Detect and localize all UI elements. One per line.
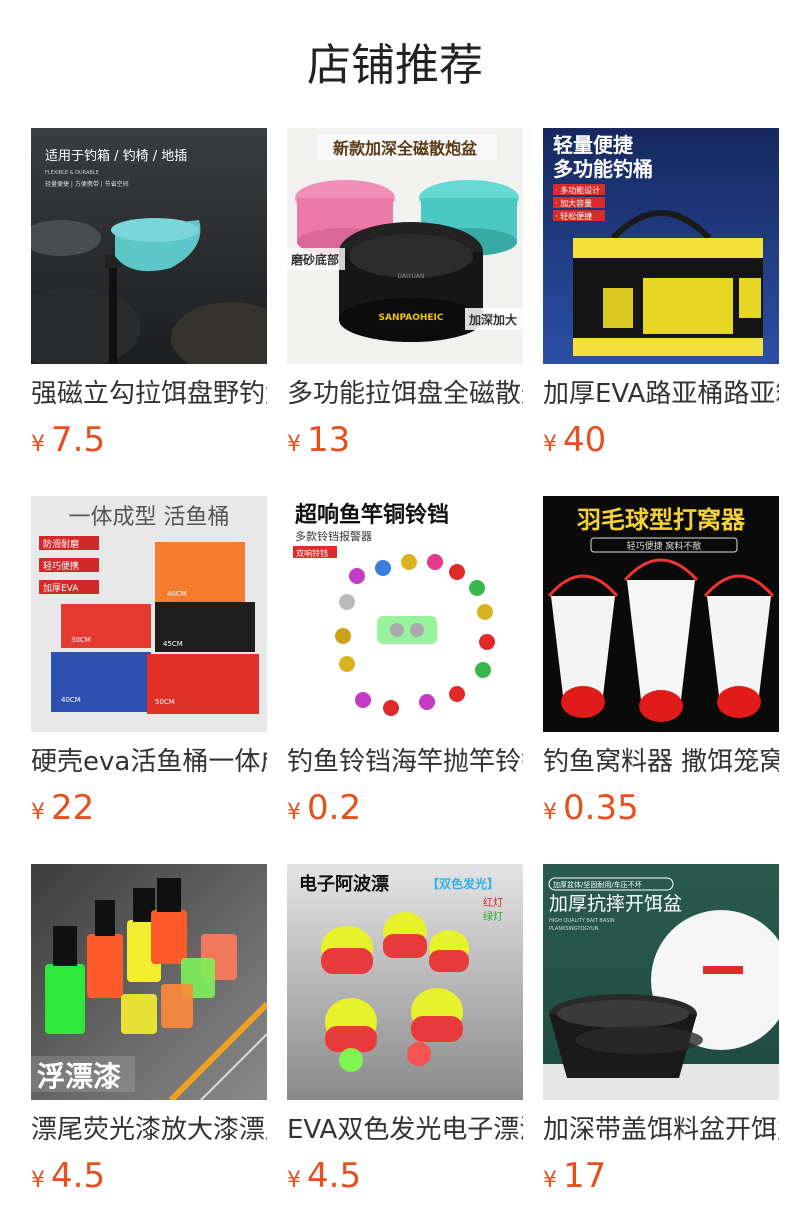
product-card[interactable]: 加厚盆体/坚固耐用/车压不坏 加厚抗摔开饵盆 HIGH QUALITY BAIT… [543, 864, 779, 1232]
product-name[interactable]: 硬壳eva活鱼桶一体成型 [31, 744, 267, 780]
currency-symbol: ¥ [543, 800, 557, 825]
product-name[interactable]: 多功能拉饵盘全磁散炮盆 [287, 376, 523, 412]
product-price: ¥40 [543, 418, 606, 462]
product-price: ¥7.5 [31, 418, 105, 462]
product-price: ¥4.5 [287, 1154, 361, 1198]
overlay-text: 一体成型 活鱼桶 [69, 505, 230, 530]
overlay-text: HIGH QUALITY BAIT BASIN [549, 918, 615, 924]
overlay-text: 绿灯 [483, 910, 503, 923]
overlay-text: 超响鱼竿铜铃铛 [295, 502, 449, 528]
overlay-text: DAIYUAN [397, 273, 424, 280]
fluorescent-paint-image[interactable]: 浮漂漆 [31, 864, 267, 1100]
product-price: ¥0.2 [287, 786, 361, 830]
live-fish-bucket-image[interactable]: 一体成型 活鱼桶 防滑耐磨 轻巧便携 加厚EVA 40CM 30CM 45CM … [31, 496, 267, 732]
currency-symbol: ¥ [287, 800, 301, 825]
overlay-text: 多功能钓桶 [553, 157, 653, 181]
product-card[interactable]: 电子阿波漂 【双色发光】 红灯 绿灯 EVA双色发光电子漂漂 ¥4.5 [287, 864, 523, 1232]
overlay-text: · 多功能设计 [555, 185, 600, 195]
bait-basin-image[interactable]: 加厚盆体/坚固耐用/车压不坏 加厚抗摔开饵盆 HIGH QUALITY BAIT… [543, 864, 779, 1100]
price-value: 4.5 [51, 1156, 106, 1196]
overlay-text: 浮漂漆 [37, 1060, 121, 1093]
overlay-text: 轻量便捷 | 方便携带 | 节省空间 [45, 180, 129, 188]
product-card[interactable]: 新款加深全磁散炮盆 SANPAOHEIC DAIYUAN 磨砂底部 加深加大 多… [287, 128, 523, 496]
product-card[interactable]: 浮漂漆 漂尾荧光漆放大漆漂尾 ¥4.5 [31, 864, 267, 1232]
overlay-text: 轻量便捷 [553, 133, 634, 157]
product-name[interactable]: 漂尾荧光漆放大漆漂尾 [31, 1112, 267, 1148]
price-value: 22 [51, 788, 95, 828]
overlay-text: 红灯 [483, 896, 503, 909]
product-name[interactable]: 钓鱼铃铛海竿抛竿铃铛 [287, 744, 523, 780]
product-card[interactable]: 适用于钓箱 / 钓椅 / 地插 FLEXIBLE & DURABLE 轻量便捷 … [31, 128, 267, 496]
price-value: 4.5 [307, 1156, 362, 1196]
overlay-text: 50CM [155, 698, 175, 706]
product-name[interactable]: 钓鱼窝料器 撒饵笼窝料 [543, 744, 779, 780]
product-name[interactable]: 加深带盖饵料盆开饵盆 [543, 1112, 779, 1148]
bait-cage-image[interactable]: 羽毛球型打窝器 轻巧便捷 窝料不散 [543, 496, 779, 732]
overlay-text: 新款加深全磁散炮盆 [333, 139, 478, 158]
overlay-text: 电子阿波漂 [299, 873, 389, 895]
overlay-text: · 加大容量 [555, 198, 592, 208]
overlay-text: 30CM [71, 636, 91, 644]
product-name[interactable]: 强磁立勾拉饵盘野钓盘 [31, 376, 267, 412]
overlay-text: PLANKSINGTOGYUN [549, 926, 599, 932]
overlay-text: 羽毛球型打窝器 [577, 506, 746, 534]
overlay-text: SANPAOHEIC [379, 313, 444, 323]
overlay-text: 双响铃铛 [296, 548, 328, 558]
currency-symbol: ¥ [31, 1168, 45, 1193]
magnetic-bowls-image[interactable]: 新款加深全磁散炮盆 SANPAOHEIC DAIYUAN 磨砂底部 加深加大 [287, 128, 523, 364]
electronic-float-image[interactable]: 电子阿波漂 【双色发光】 红灯 绿灯 [287, 864, 523, 1100]
overlay-text: 加厚抗摔开饵盆 [549, 893, 682, 915]
overlay-text: 【双色发光】 [427, 876, 499, 891]
price-value: 0.2 [307, 788, 362, 828]
currency-symbol: ¥ [543, 432, 557, 457]
fishing-bucket-image[interactable]: 轻量便捷 多功能钓桶 · 多功能设计 · 加大容量 · 轻松便捷 [543, 128, 779, 364]
overlay-text: 适用于钓箱 / 钓椅 / 地插 [45, 148, 187, 164]
bell-alarm-image[interactable]: 超响鱼竿铜铃铛 多款铃铛报警器 双响铃铛 [287, 496, 523, 732]
currency-symbol: ¥ [287, 1168, 301, 1193]
product-name[interactable]: 加厚EVA路亚桶路亚箱 [543, 376, 779, 412]
bait-tray-image[interactable]: 适用于钓箱 / 钓椅 / 地插 FLEXIBLE & DURABLE 轻量便捷 … [31, 128, 267, 364]
price-value: 13 [307, 420, 351, 460]
overlay-text: 加厚盆体/坚固耐用/车压不坏 [553, 880, 642, 889]
overlay-text: FLEXIBLE & DURABLE [45, 170, 99, 176]
overlay-text: 多款铃铛报警器 [295, 529, 372, 543]
currency-symbol: ¥ [543, 1168, 557, 1193]
product-price: ¥22 [31, 786, 94, 830]
overlay-text: · 轻松便捷 [555, 211, 592, 221]
overlay-text: 磨砂底部 [290, 252, 339, 267]
product-grid: 适用于钓箱 / 钓椅 / 地插 FLEXIBLE & DURABLE 轻量便捷 … [31, 128, 779, 1232]
product-price: ¥0.35 [543, 786, 639, 830]
product-price: ¥13 [287, 418, 350, 462]
overlay-text: 45CM [163, 640, 183, 648]
currency-symbol: ¥ [31, 432, 45, 457]
overlay-text: 防滑耐磨 [43, 538, 79, 550]
product-card[interactable]: 超响鱼竿铜铃铛 多款铃铛报警器 双响铃铛 钓鱼铃铛海竿抛竿铃铛 ¥ 0.2 [287, 496, 523, 864]
product-card[interactable]: 羽毛球型打窝器 轻巧便捷 窝料不散 钓鱼窝料器 撒饵笼窝料 ¥0.35 [543, 496, 779, 864]
overlay-text: 轻巧便捷 窝料不散 [627, 540, 702, 552]
price-value: 40 [563, 420, 607, 460]
product-name[interactable]: EVA双色发光电子漂漂 [287, 1112, 523, 1148]
overlay-text: 轻巧便携 [43, 560, 79, 572]
overlay-text: 40CM [61, 696, 81, 704]
currency-symbol: ¥ [287, 432, 301, 457]
price-value: 7.5 [51, 420, 106, 460]
price-value: 0.35 [563, 788, 639, 828]
section-title: 店铺推荐 [307, 40, 483, 91]
overlay-text: 40CM [167, 590, 187, 598]
product-card[interactable]: 轻量便捷 多功能钓桶 · 多功能设计 · 加大容量 · 轻松便捷 加厚EVA路亚… [543, 128, 779, 496]
product-card[interactable]: 一体成型 活鱼桶 防滑耐磨 轻巧便携 加厚EVA 40CM 30CM 45CM … [31, 496, 267, 864]
overlay-text: 加厚EVA [43, 583, 79, 594]
product-price: ¥17 [543, 1154, 606, 1198]
currency-symbol: ¥ [31, 800, 45, 825]
product-price: ¥4.5 [31, 1154, 105, 1198]
price-value: 17 [563, 1156, 607, 1196]
overlay-text: 加深加大 [468, 312, 517, 327]
